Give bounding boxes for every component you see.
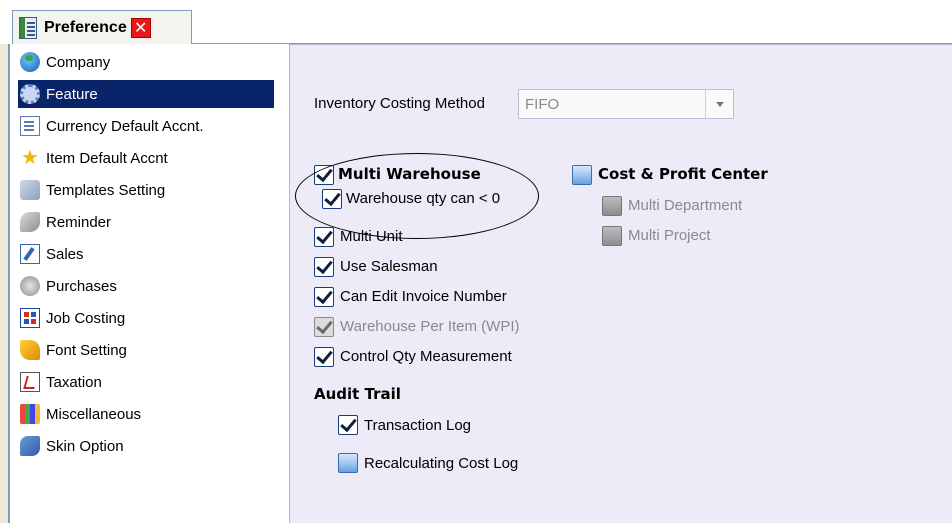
sidebar-item-feature[interactable]: Feature [18,80,274,108]
font-icon [20,340,40,360]
recalc-cost-log-label: Recalculating Cost Log [364,455,519,472]
templates-icon [20,180,40,200]
costing-method-select[interactable]: FIFO [518,89,734,119]
sidebar-item-skin-option[interactable]: Skin Option [18,432,268,460]
miscellaneous-icon [20,404,40,424]
sidebar-item-label: Reminder [46,213,112,231]
sidebar-item-label: Sales [46,245,84,263]
warehouse-per-item-label: Warehouse Per Item (WPI) [340,318,520,335]
window-left-edge [0,44,10,523]
multi-unit-label: Multi Unit [340,228,403,245]
control-qty-checkbox[interactable] [314,347,334,367]
multi-unit-checkbox[interactable] [314,227,334,247]
multi-project-label: Multi Project [628,227,711,244]
sidebar-item-font-setting[interactable]: Font Setting [18,336,268,364]
sidebar-item-item-default-accnt[interactable]: ★ Item Default Accnt [18,144,268,172]
costing-method-label: Inventory Costing Method [314,95,485,112]
sidebar: Company Feature Currency Default Accnt. … [12,44,282,523]
sidebar-item-company[interactable]: Company [18,48,268,76]
sidebar-item-currency-default-accnt[interactable]: Currency Default Accnt. [18,112,268,140]
sidebar-item-templates-setting[interactable]: Templates Setting [18,176,268,204]
sidebar-item-job-costing[interactable]: Job Costing [18,304,268,332]
sidebar-item-taxation[interactable]: Taxation [18,368,268,396]
close-icon[interactable]: ✕ [130,17,151,38]
sidebar-item-label: Taxation [46,373,102,391]
sidebar-item-label: Font Setting [46,341,127,359]
globe-icon [20,52,40,72]
edit-invoice-label: Can Edit Invoice Number [340,288,507,305]
multi-project-checkbox [602,226,622,246]
feature-panel: Inventory Costing Method FIFO Multi Ware… [289,44,952,523]
sidebar-item-sales[interactable]: Sales [18,240,268,268]
purchases-icon [20,276,40,296]
multi-department-checkbox [602,196,622,216]
warehouse-per-item-checkbox [314,317,334,337]
control-qty-label: Control Qty Measurement [340,348,512,365]
edit-invoice-checkbox[interactable] [314,287,334,307]
sidebar-item-reminder[interactable]: Reminder [18,208,268,236]
multi-department-label: Multi Department [628,197,743,214]
preference-icon [19,16,37,39]
reminder-icon [20,212,40,232]
document-icon [20,116,40,136]
sidebar-item-purchases[interactable]: Purchases [18,272,268,300]
cost-profit-center-label: Cost & Profit Center [598,165,768,183]
sidebar-item-label: Purchases [46,277,117,295]
tab-strip: Preference ✕ [0,0,952,44]
chevron-down-icon[interactable] [705,90,733,118]
taxation-icon [20,372,40,392]
sidebar-item-miscellaneous[interactable]: Miscellaneous [18,400,268,428]
sidebar-item-label: Templates Setting [46,181,166,199]
use-salesman-checkbox[interactable] [314,257,334,277]
tab-preference[interactable]: Preference ✕ [12,10,192,44]
sidebar-item-label: Company [46,53,111,71]
costing-method-value: FIFO [525,95,560,113]
transaction-log-checkbox[interactable] [338,415,358,435]
skin-icon [20,436,40,456]
sidebar-item-label: Skin Option [46,437,124,455]
tab-title: Preference [44,18,127,36]
recalc-cost-log-checkbox[interactable] [338,453,358,473]
gear-icon [20,84,40,104]
cost-profit-center-checkbox[interactable] [572,165,592,185]
use-salesman-label: Use Salesman [340,258,438,275]
sales-icon [20,244,40,264]
sidebar-item-label: Currency Default Accnt. [46,117,204,135]
transaction-log-label: Transaction Log [364,417,472,434]
sidebar-item-label: Job Costing [46,309,126,327]
audit-trail-heading: Audit Trail [314,385,401,403]
star-icon: ★ [21,147,39,169]
sidebar-item-label: Miscellaneous [46,405,142,423]
sidebar-item-label: Feature [46,85,98,103]
sidebar-item-label: Item Default Accnt [46,149,168,167]
job-costing-icon [20,308,40,328]
